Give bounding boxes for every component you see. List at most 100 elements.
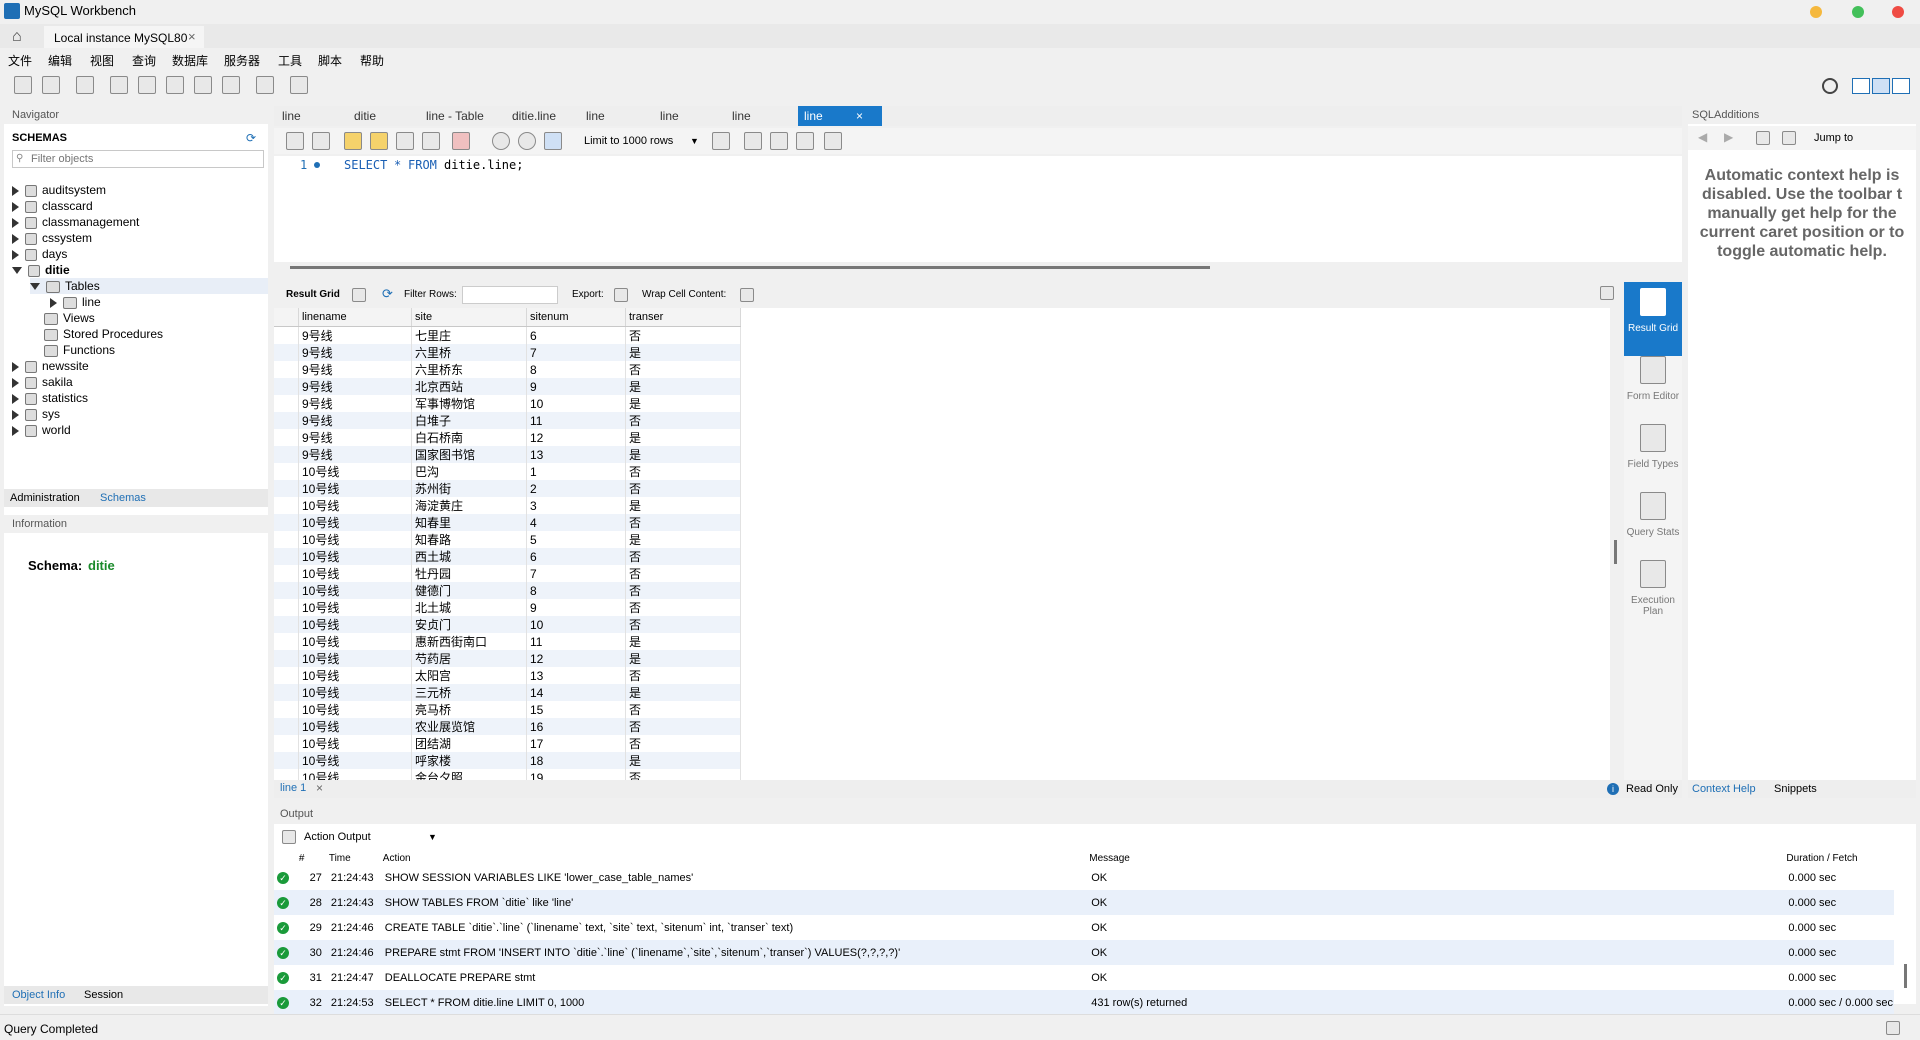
autocommit-icon[interactable] xyxy=(544,132,562,150)
home-icon[interactable]: ⌂ xyxy=(12,28,22,46)
cell-transer[interactable]: 否 xyxy=(625,412,741,429)
row-indicator[interactable] xyxy=(274,344,299,361)
cell-transer[interactable]: 是 xyxy=(625,378,741,395)
cell-transer[interactable]: 是 xyxy=(625,633,741,650)
row-indicator[interactable] xyxy=(274,446,299,463)
rollback-icon[interactable] xyxy=(518,132,536,150)
cell-site[interactable]: 农业展览馆 xyxy=(411,718,527,735)
tab-context-help[interactable]: Context Help xyxy=(1692,783,1756,795)
cell-transer[interactable]: 否 xyxy=(625,463,741,480)
row-indicator[interactable] xyxy=(274,752,299,769)
menu-help[interactable]: 帮助 xyxy=(360,52,384,69)
menu-scripting[interactable]: 脚本 xyxy=(318,52,342,69)
wrap-cell-icon[interactable] xyxy=(740,288,754,302)
menu-server[interactable]: 服务器 xyxy=(224,52,260,69)
cell-transer[interactable]: 否 xyxy=(625,667,741,684)
table-row[interactable]: 10号线 知春路 5 是 xyxy=(274,531,741,548)
cell-site[interactable]: 牡丹园 xyxy=(411,565,527,582)
table-row[interactable]: 10号线 西土城 6 否 xyxy=(274,548,741,565)
collapse-arrow-icon[interactable] xyxy=(30,283,40,291)
cell-linename[interactable]: 10号线 xyxy=(298,769,412,780)
close-icon[interactable]: × xyxy=(856,106,863,126)
cell-site[interactable]: 北土城 xyxy=(411,599,527,616)
output-row[interactable]: ✓ 31 21:24:47 DEALLOCATE PREPARE stmt OK 0.00… xyxy=(274,965,1894,990)
row-indicator[interactable] xyxy=(274,378,299,395)
row-indicator[interactable] xyxy=(274,599,299,616)
output-row[interactable]: ✓ 28 21:24:43 SHOW TABLES FROM `ditie` like… xyxy=(274,890,1894,915)
table-row[interactable]: 10号线 亮马桥 15 否 xyxy=(274,701,741,718)
wrap-lines-icon[interactable] xyxy=(824,132,842,150)
cell-sitenum[interactable]: 3 xyxy=(526,497,626,514)
expand-arrow-icon[interactable] xyxy=(12,425,19,436)
cell-linename[interactable]: 10号线 xyxy=(298,718,412,735)
result-grid-view-button[interactable]: Result Grid xyxy=(1624,282,1682,356)
tree-table-line[interactable]: line xyxy=(50,294,101,310)
cell-transer[interactable]: 否 xyxy=(625,582,741,599)
panel-toggle-icon[interactable] xyxy=(1600,286,1614,300)
cell-linename[interactable]: 9号线 xyxy=(298,344,412,361)
cell-transer[interactable]: 否 xyxy=(625,480,741,497)
cell-sitenum[interactable]: 4 xyxy=(526,514,626,531)
save-icon[interactable] xyxy=(312,132,330,150)
cell-sitenum[interactable]: 13 xyxy=(526,667,626,684)
cell-linename[interactable]: 9号线 xyxy=(298,412,412,429)
cell-sitenum[interactable]: 16 xyxy=(526,718,626,735)
cell-transer[interactable]: 否 xyxy=(625,565,741,582)
tree-views[interactable]: Views xyxy=(44,310,95,326)
cell-linename[interactable]: 10号线 xyxy=(298,735,412,752)
schema-classmanagement[interactable]: classmanagement xyxy=(12,214,139,230)
tab-administration[interactable]: Administration xyxy=(10,492,80,504)
toggle-secondary-sidebar-icon[interactable] xyxy=(1892,78,1910,94)
cell-transer[interactable]: 是 xyxy=(625,429,741,446)
menu-tools[interactable]: 工具 xyxy=(278,52,302,69)
table-row[interactable]: 10号线 北土城 9 否 xyxy=(274,599,741,616)
create-schema-icon[interactable] xyxy=(110,76,128,94)
close-window-button[interactable] xyxy=(1892,6,1904,18)
menu-edit[interactable]: 编辑 xyxy=(48,52,72,69)
expand-arrow-icon[interactable] xyxy=(12,185,19,196)
expand-arrow-icon[interactable] xyxy=(12,361,19,372)
table-row[interactable]: 10号线 苏州街 2 否 xyxy=(274,480,741,497)
cell-site[interactable]: 惠新西街南口 xyxy=(411,633,527,650)
table-row[interactable]: 10号线 惠新西街南口 11 是 xyxy=(274,633,741,650)
export-icon[interactable] xyxy=(614,288,628,302)
cell-transer[interactable]: 是 xyxy=(625,752,741,769)
cell-linename[interactable]: 10号线 xyxy=(298,650,412,667)
cell-transer[interactable]: 是 xyxy=(625,497,741,514)
cell-linename[interactable]: 10号线 xyxy=(298,548,412,565)
table-row[interactable]: 10号线 安贞门 10 否 xyxy=(274,616,741,633)
expand-arrow-icon[interactable] xyxy=(12,249,19,260)
row-indicator[interactable] xyxy=(274,667,299,684)
column-header-site[interactable]: site xyxy=(411,308,527,327)
row-indicator[interactable] xyxy=(274,633,299,650)
cell-sitenum[interactable]: 11 xyxy=(526,412,626,429)
connection-tab[interactable]: Local instance MySQL80 × xyxy=(44,26,204,48)
auto-help-icon[interactable] xyxy=(1782,131,1796,145)
table-row[interactable]: 10号线 团结湖 17 否 xyxy=(274,735,741,752)
schema-sakila[interactable]: sakila xyxy=(12,374,73,390)
cell-transer[interactable]: 否 xyxy=(625,599,741,616)
cell-transer[interactable]: 是 xyxy=(625,446,741,463)
cell-site[interactable]: 苏州街 xyxy=(411,480,527,497)
cell-sitenum[interactable]: 12 xyxy=(526,429,626,446)
table-row[interactable]: 9号线 国家图书馆 13 是 xyxy=(274,446,741,463)
back-arrow-icon[interactable]: ◀ xyxy=(1698,130,1707,144)
create-function-icon[interactable] xyxy=(222,76,240,94)
row-indicator[interactable] xyxy=(274,684,299,701)
commit-icon[interactable] xyxy=(492,132,510,150)
cell-site[interactable]: 海淀黄庄 xyxy=(411,497,527,514)
table-row[interactable]: 9号线 白石桥南 12 是 xyxy=(274,429,741,446)
cell-sitenum[interactable]: 8 xyxy=(526,361,626,378)
row-indicator[interactable] xyxy=(274,735,299,752)
table-row[interactable]: 9号线 六里桥东 8 否 xyxy=(274,361,741,378)
table-row[interactable]: 10号线 巴沟 1 否 xyxy=(274,463,741,480)
cell-sitenum[interactable]: 9 xyxy=(526,378,626,395)
cell-site[interactable]: 健德门 xyxy=(411,582,527,599)
column-header-transer[interactable]: transer xyxy=(625,308,741,327)
cell-linename[interactable]: 10号线 xyxy=(298,633,412,650)
cell-sitenum[interactable]: 11 xyxy=(526,633,626,650)
refresh-icon[interactable]: ⟳ xyxy=(382,286,393,302)
add-snippet-icon[interactable] xyxy=(712,132,730,150)
close-icon[interactable]: × xyxy=(316,781,323,795)
cell-transer[interactable]: 否 xyxy=(625,701,741,718)
